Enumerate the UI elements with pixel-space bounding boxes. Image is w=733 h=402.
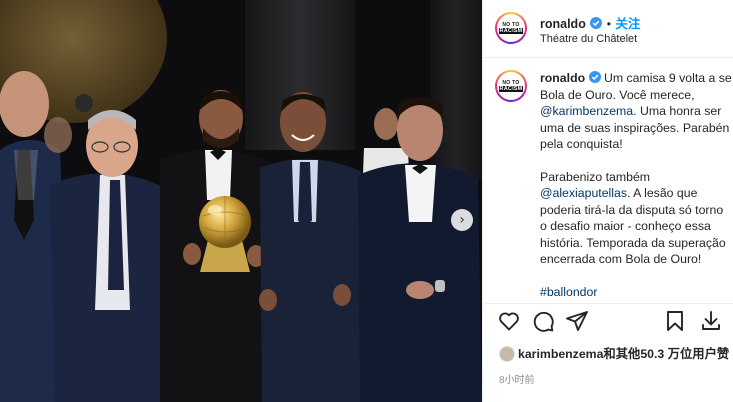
- caption-line: . Uma honra ser: [633, 104, 722, 118]
- caption-line: poderia tirá-la da disputa só torno: [540, 202, 724, 217]
- share-icon[interactable]: [565, 309, 589, 333]
- camera: [75, 94, 93, 112]
- avatar-text-line2: RACISM: [498, 28, 524, 34]
- separator-dot: •: [606, 17, 611, 31]
- likes-text: karimbenzema和其他50.3 万位用户赞: [518, 347, 730, 361]
- caption-line: Bola de Ouro. Você merece,: [540, 87, 695, 102]
- post-actions: [483, 303, 733, 339]
- post-photo[interactable]: ›: [0, 0, 482, 402]
- heart-icon[interactable]: [497, 309, 521, 333]
- likes-summary[interactable]: karimbenzema和其他50.3 万位用户赞: [499, 344, 729, 362]
- verified-badge-icon: [590, 17, 603, 29]
- caption-author-avatar[interactable]: NO TO RACISM: [495, 70, 527, 102]
- post-location[interactable]: Théatre du Châtelet: [540, 33, 637, 45]
- post-photo-scene: [0, 0, 482, 402]
- caption-verified-badge-icon: [588, 71, 601, 83]
- caption-author[interactable]: ronaldo: [540, 71, 585, 85]
- bookmark-icon[interactable]: [663, 309, 687, 333]
- follow-button[interactable]: 关注: [615, 17, 640, 31]
- hashtag-ballondor[interactable]: #ballondor: [540, 284, 733, 301]
- caption-line: . A lesão que: [627, 186, 698, 200]
- header-title-row: ronaldo • 关注: [540, 13, 640, 33]
- post-side-panel: NO TO RACISM ronaldo • 关注 Théatre du Châ…: [482, 0, 733, 402]
- caption-line: o desafio maior - conheço essa: [540, 219, 711, 233]
- caption-avatar-text-line2: RACISM: [498, 86, 524, 92]
- caption-line: história. Temporada da superação: [540, 235, 726, 250]
- comment-icon[interactable]: [531, 309, 555, 333]
- caption-line: encerrada com Bola de Ouro!: [540, 252, 702, 266]
- mention-alexiaputellas[interactable]: @alexiaputellas: [540, 186, 627, 200]
- post-header: NO TO RACISM ronaldo • 关注 Théatre du Châ…: [483, 0, 733, 58]
- author-username[interactable]: ronaldo: [540, 17, 586, 31]
- post-time-ago[interactable]: 8小时前: [499, 371, 535, 386]
- caption-line: Um camisa 9 volta a se: [603, 71, 732, 85]
- caption-line: uma de suas inspirações. Parabén: [540, 120, 730, 135]
- mention-karimbenzema[interactable]: @karimbenzema: [540, 104, 633, 118]
- post-caption: NO TO RACISM ronaldo Um camisa 9 volta a…: [495, 70, 733, 302]
- download-icon[interactable]: [699, 309, 723, 333]
- caption-line: pela conquista!: [540, 137, 623, 151]
- author-avatar[interactable]: NO TO RACISM: [495, 12, 527, 44]
- caption-text: ronaldo Um camisa 9 volta a se Bola de O…: [540, 70, 733, 300]
- carousel-next-icon[interactable]: ›: [451, 209, 473, 231]
- caption-line: Parabenizo também: [540, 169, 651, 184]
- ballon-dor-trophy: [199, 196, 251, 272]
- liker-avatar: [499, 346, 515, 362]
